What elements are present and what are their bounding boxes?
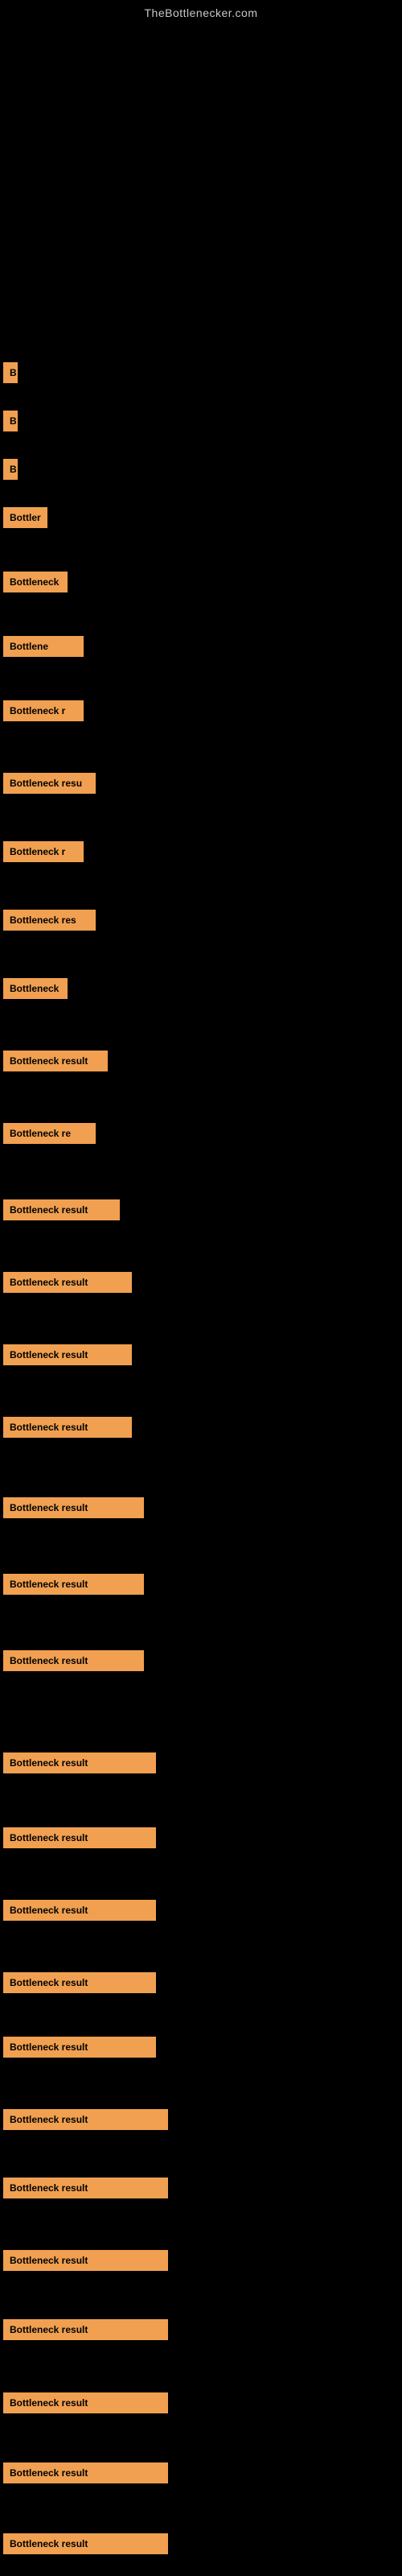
bottleneck-label-17: Bottleneck result	[3, 1417, 132, 1438]
bottleneck-item-16: Bottleneck result	[3, 1344, 132, 1369]
bottleneck-item-26: Bottleneck result	[3, 2109, 168, 2134]
bottleneck-label-13: Bottleneck re	[3, 1123, 96, 1144]
bottleneck-item-7: Bottleneck r	[3, 700, 84, 725]
bottleneck-item-17: Bottleneck result	[3, 1417, 132, 1442]
bottleneck-label-24: Bottleneck result	[3, 1972, 156, 1993]
bottleneck-item-11: Bottleneck	[3, 978, 68, 1003]
bottleneck-item-9: Bottleneck r	[3, 841, 84, 866]
bottleneck-label-10: Bottleneck res	[3, 910, 96, 931]
bottleneck-label-25: Bottleneck result	[3, 2037, 156, 2058]
bottleneck-item-4: Bottler	[3, 507, 47, 532]
bottleneck-item-15: Bottleneck result	[3, 1272, 132, 1297]
bottleneck-label-22: Bottleneck result	[3, 1827, 156, 1848]
bottleneck-item-28: Bottleneck result	[3, 2250, 168, 2275]
bottleneck-label-20: Bottleneck result	[3, 1650, 144, 1671]
bottleneck-item-5: Bottleneck	[3, 572, 68, 597]
bottleneck-item-22: Bottleneck result	[3, 1827, 156, 1852]
bottleneck-label-3: B	[3, 459, 18, 480]
bottleneck-item-2: B	[3, 411, 18, 436]
bottleneck-label-9: Bottleneck r	[3, 841, 84, 862]
bottleneck-item-8: Bottleneck resu	[3, 773, 96, 798]
bottleneck-item-29: Bottleneck result	[3, 2319, 168, 2344]
bottleneck-label-12: Bottleneck result	[3, 1051, 108, 1071]
site-title: TheBottlenecker.com	[0, 0, 402, 19]
bottleneck-item-21: Bottleneck result	[3, 1752, 156, 1777]
bottleneck-label-14: Bottleneck result	[3, 1199, 120, 1220]
bottleneck-label-1: B	[3, 362, 18, 383]
bottleneck-item-3: B	[3, 459, 18, 484]
bottleneck-item-12: Bottleneck result	[3, 1051, 108, 1075]
bottleneck-item-32: Bottleneck result	[3, 2533, 168, 2558]
bottleneck-label-8: Bottleneck resu	[3, 773, 96, 794]
bottleneck-label-32: Bottleneck result	[3, 2533, 168, 2554]
bottleneck-item-23: Bottleneck result	[3, 1900, 156, 1925]
bottleneck-item-24: Bottleneck result	[3, 1972, 156, 1997]
bottleneck-item-27: Bottleneck result	[3, 2178, 168, 2202]
bottleneck-label-19: Bottleneck result	[3, 1574, 144, 1595]
bottleneck-item-10: Bottleneck res	[3, 910, 96, 935]
bottleneck-label-23: Bottleneck result	[3, 1900, 156, 1921]
bottleneck-label-7: Bottleneck r	[3, 700, 84, 721]
bottleneck-label-28: Bottleneck result	[3, 2250, 168, 2271]
bottleneck-item-14: Bottleneck result	[3, 1199, 120, 1224]
bottleneck-item-1: B	[3, 362, 18, 387]
bottleneck-item-19: Bottleneck result	[3, 1574, 144, 1599]
bottleneck-item-31: Bottleneck result	[3, 2462, 168, 2487]
bottleneck-item-25: Bottleneck result	[3, 2037, 156, 2062]
bottleneck-label-5: Bottleneck	[3, 572, 68, 592]
bottleneck-label-21: Bottleneck result	[3, 1752, 156, 1773]
bottleneck-item-13: Bottleneck re	[3, 1123, 96, 1148]
bottleneck-item-6: Bottlene	[3, 636, 84, 661]
bottleneck-label-4: Bottler	[3, 507, 47, 528]
bottleneck-label-15: Bottleneck result	[3, 1272, 132, 1293]
bottleneck-label-26: Bottleneck result	[3, 2109, 168, 2130]
bottleneck-item-20: Bottleneck result	[3, 1650, 144, 1675]
bottleneck-label-11: Bottleneck	[3, 978, 68, 999]
bottleneck-label-6: Bottlene	[3, 636, 84, 657]
bottleneck-label-27: Bottleneck result	[3, 2178, 168, 2198]
bottleneck-item-18: Bottleneck result	[3, 1497, 144, 1522]
bottleneck-label-16: Bottleneck result	[3, 1344, 132, 1365]
bottleneck-label-31: Bottleneck result	[3, 2462, 168, 2483]
bottleneck-label-29: Bottleneck result	[3, 2319, 168, 2340]
bottleneck-label-18: Bottleneck result	[3, 1497, 144, 1518]
bottleneck-item-30: Bottleneck result	[3, 2392, 168, 2417]
bottleneck-label-2: B	[3, 411, 18, 431]
bottleneck-label-30: Bottleneck result	[3, 2392, 168, 2413]
